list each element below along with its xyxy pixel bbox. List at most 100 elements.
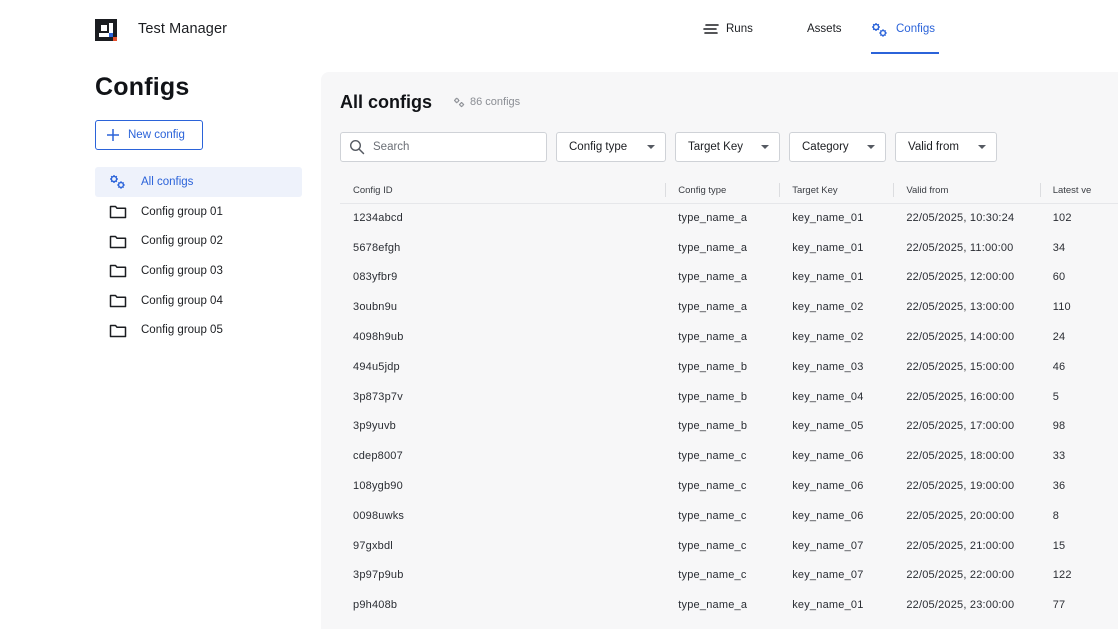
- cell-latest-version: 77: [1052, 599, 1066, 612]
- column-header-config-id[interactable]: Config ID: [340, 178, 666, 204]
- sidebar-item-label: Config group 03: [141, 264, 223, 277]
- folder-icon: [109, 294, 127, 308]
- sidebar-item-config-group[interactable]: Config group 01: [95, 197, 302, 227]
- cell-target-key: key_name_04: [792, 390, 864, 403]
- nav-runs[interactable]: Runs: [703, 23, 753, 54]
- chevron-down-icon: [761, 145, 769, 149]
- column-header-config-type[interactable]: Config type: [665, 178, 780, 204]
- cell-target-key: key_name_03: [792, 360, 864, 373]
- cell-valid-from: 22/05/2025, 13:00:00: [906, 301, 1015, 314]
- table-row[interactable]: 083yfbr9 type_name_a key_name_01 22/05/2025…: [340, 263, 1118, 293]
- table-row[interactable]: p9h408b type_name_a key_name_01 22/05/2025,…: [340, 590, 1118, 620]
- cell-target-key: key_name_01: [792, 271, 864, 284]
- table-row[interactable]: 97gxbdl type_name_c key_name_07 22/05/2025,…: [340, 531, 1118, 561]
- search-icon: [349, 139, 365, 155]
- cell-latest-version: 33: [1052, 450, 1066, 463]
- folder-icon: [109, 265, 127, 278]
- column-header-target-key[interactable]: Target Key: [779, 178, 894, 204]
- cell-valid-from: 22/05/2025, 17:00:00: [906, 420, 1015, 433]
- cell-valid-from: 22/05/2025, 10:30:24: [906, 212, 1015, 225]
- sidebar-item-config-group[interactable]: Config group 04: [95, 286, 302, 316]
- app-title: Test Manager: [138, 21, 228, 37]
- cell-config-id: 083yfbr9: [353, 271, 398, 284]
- cell-config-type: type_name_a: [678, 599, 748, 612]
- cell-config-type: type_name_c: [678, 509, 747, 522]
- cell-latest-version: 110: [1052, 301, 1071, 314]
- filter-config-type[interactable]: Config type: [556, 132, 666, 162]
- cell-latest-version: 15: [1052, 539, 1066, 552]
- new-config-label: New config: [128, 129, 185, 141]
- table-row[interactable]: cdep8007 type_name_c key_name_06 22/05/2025…: [340, 441, 1118, 471]
- cell-latest-version: 24: [1052, 331, 1066, 344]
- gears-icon: [872, 23, 887, 37]
- sidebar-item-label: Config group 01: [141, 205, 223, 218]
- filter-category[interactable]: Category: [789, 132, 886, 162]
- cell-config-id: 4098h9ub: [353, 331, 404, 344]
- cell-target-key: key_name_02: [792, 301, 864, 314]
- table-row[interactable]: 494u5jdp type_name_b key_name_03 22/05/2025…: [340, 352, 1118, 382]
- folder-icon: [109, 263, 127, 279]
- filter-label: Category: [802, 141, 849, 153]
- table-row[interactable]: 4098h9ub type_name_a key_name_02 22/05/2025…: [340, 322, 1118, 352]
- chevron-down-icon: [647, 145, 655, 149]
- column-header-latest-version[interactable]: Latest ve: [1039, 178, 1118, 204]
- cell-latest-version: 36: [1052, 480, 1066, 493]
- cell-target-key: key_name_01: [792, 212, 864, 225]
- table-row[interactable]: 3p873p7v type_name_b key_name_04 22/05/2025…: [340, 382, 1118, 412]
- table-row[interactable]: 3oubn9u type_name_a key_name_02 22/05/2025,…: [340, 292, 1118, 322]
- sidebar-item-config-group[interactable]: Config group 03: [95, 256, 302, 286]
- sidebar-item-config-group[interactable]: Config group 02: [95, 226, 302, 256]
- cell-valid-from: 22/05/2025, 22:00:00: [906, 569, 1015, 582]
- cell-config-id: 97gxbdl: [353, 539, 393, 552]
- search-box[interactable]: [340, 132, 547, 162]
- cell-valid-from: 22/05/2025, 12:00:00: [906, 271, 1015, 284]
- table-row[interactable]: 3p97p9ub type_name_c key_name_07 22/05/2025…: [340, 561, 1118, 591]
- runs-icon: [703, 24, 719, 34]
- nav-assets[interactable]: Assets: [807, 23, 842, 54]
- cell-valid-from: 22/05/2025, 16:00:00: [906, 390, 1015, 403]
- nav-configs[interactable]: Configs: [871, 23, 939, 54]
- search-input[interactable]: [373, 141, 533, 153]
- cell-config-id: 1234abcd: [353, 212, 403, 225]
- table-row[interactable]: 0098uwks type_name_c key_name_06 22/05/2025…: [340, 501, 1118, 531]
- filter-target-key[interactable]: Target Key: [675, 132, 780, 162]
- folder-icon: [109, 204, 127, 220]
- config-count-label: 86 configs: [470, 96, 521, 108]
- table-row[interactable]: 3p9yuvb type_name_b key_name_05 22/05/2025,…: [340, 412, 1118, 442]
- chevron-down-icon: [867, 145, 875, 149]
- nav-configs-label: Configs: [896, 23, 935, 35]
- cell-config-type: type_name_a: [678, 331, 748, 344]
- app-logo: [95, 19, 117, 41]
- cell-latest-version: 5: [1052, 390, 1060, 403]
- cell-valid-from: 22/05/2025, 20:00:00: [906, 509, 1015, 522]
- cell-valid-from: 22/05/2025, 18:00:00: [906, 450, 1015, 463]
- table-row[interactable]: 108ygb90 type_name_c key_name_06 22/05/2025…: [340, 471, 1118, 501]
- table-row[interactable]: 1234abcd type_name_a key_name_01 22/05/2025…: [340, 203, 1118, 233]
- cell-valid-from: 22/05/2025, 23:00:00: [906, 599, 1015, 612]
- cell-config-type: type_name_b: [678, 390, 748, 403]
- filter-valid-from[interactable]: Valid from: [895, 132, 997, 162]
- table-body: 1234abcd type_name_a key_name_01 22/05/2025…: [340, 203, 1118, 620]
- gears-icon: [110, 174, 125, 189]
- filter-label: Config type: [569, 141, 628, 153]
- new-config-button[interactable]: New config: [95, 120, 203, 150]
- column-header-valid-from[interactable]: Valid from: [893, 178, 1040, 204]
- sidebar-item-label: All configs: [141, 175, 194, 188]
- cell-config-type: type_name_c: [678, 450, 747, 463]
- cell-config-id: 5678efgh: [353, 241, 401, 254]
- cell-config-type: type_name_a: [678, 241, 748, 254]
- cell-latest-version: 8: [1052, 509, 1060, 522]
- nav-runs-label: Runs: [726, 23, 753, 35]
- top-navigation: Test Manager Runs Assets Configs: [0, 0, 1118, 60]
- folder-icon: [109, 293, 127, 309]
- table-row[interactable]: 5678efgh type_name_a key_name_01 22/05/2025…: [340, 233, 1118, 263]
- sidebar-item-all-configs[interactable]: All configs: [95, 167, 302, 197]
- gears-icon: [109, 174, 127, 190]
- cell-valid-from: 22/05/2025, 14:00:00: [906, 331, 1015, 344]
- cell-config-type: type_name_a: [678, 212, 748, 225]
- table-header-row: Config ID Config type Target Key Valid f…: [340, 178, 1118, 204]
- sidebar-item-config-group[interactable]: Config group 05: [95, 315, 302, 345]
- cell-config-type: type_name_b: [678, 420, 748, 433]
- config-count: 86 configs: [453, 96, 520, 108]
- cell-latest-version: 102: [1052, 212, 1072, 225]
